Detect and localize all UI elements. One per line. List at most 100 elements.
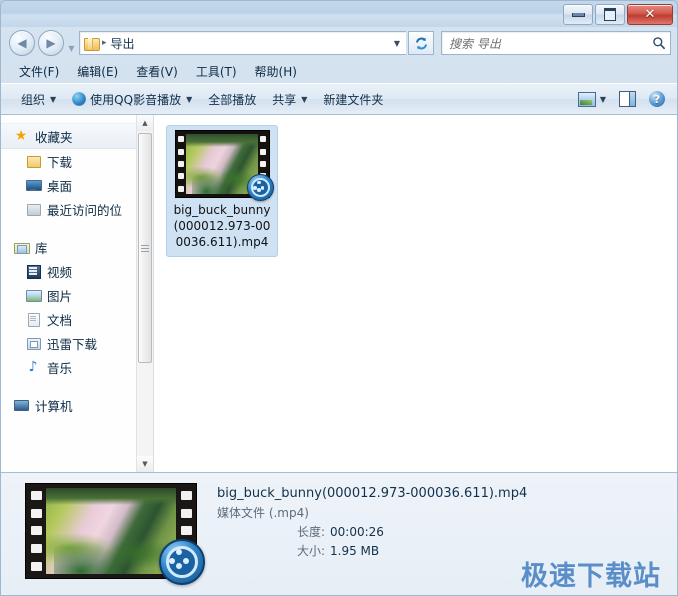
change-view-button[interactable]: ▼ xyxy=(572,88,612,111)
sidebar-scrollbar[interactable]: ▲ ▼ xyxy=(136,115,153,472)
back-icon: ◀ xyxy=(17,36,27,50)
menu-edit[interactable]: 编辑(E) xyxy=(69,61,126,82)
play-all-button[interactable]: 全部播放 xyxy=(200,87,264,112)
address-bar: ◀ ▶ ▼ ▸ 导出 ▼ 搜索 导出 xyxy=(1,27,677,59)
sidebar-item-libraries[interactable]: 库 xyxy=(1,235,153,259)
chevron-down-icon: ▼ xyxy=(50,94,57,104)
menu-bar: 文件(F) 编辑(E) 查看(V) 工具(T) 帮助(H) xyxy=(1,59,677,83)
thunder-download-icon xyxy=(25,335,41,351)
file-list-view[interactable]: big_buck_bunny(000012.973-000036.611).mp… xyxy=(154,115,677,472)
recent-pages-button[interactable]: ▼ xyxy=(66,29,77,58)
film-reel-icon xyxy=(166,546,198,578)
chevron-down-icon: ▼ xyxy=(68,43,75,53)
film-reel-icon xyxy=(250,178,270,197)
grip-icon xyxy=(141,243,149,254)
minimize-button[interactable] xyxy=(563,4,593,25)
maximize-icon xyxy=(604,8,616,21)
details-filename: big_buck_bunny(000012.973-000036.611).mp… xyxy=(217,486,528,501)
help-button[interactable]: ? xyxy=(643,87,671,111)
search-icon xyxy=(648,36,670,50)
sidebar-item-label: 计算机 xyxy=(35,398,73,414)
play-all-label: 全部播放 xyxy=(208,92,257,107)
sidebar-item-computer[interactable]: 计算机 xyxy=(1,393,153,417)
view-mode-icon xyxy=(577,91,596,107)
menu-view[interactable]: 查看(V) xyxy=(128,61,186,82)
sidebar-item-documents[interactable]: 文档 xyxy=(1,307,153,331)
sidebar-item-pictures[interactable]: 图片 xyxy=(1,283,153,307)
sidebar-item-label: 桌面 xyxy=(47,178,73,194)
command-toolbar: 组织 ▼ 使用QQ影音播放 ▼ 全部播放 共享 ▼ 新建文件夹 ▼ ? xyxy=(1,83,677,115)
details-info: big_buck_bunny(000012.973-000036.611).mp… xyxy=(217,483,527,561)
forward-icon: ▶ xyxy=(46,36,56,50)
sidebar-item-label: 图片 xyxy=(47,288,73,304)
preview-pane-button[interactable] xyxy=(613,87,642,111)
breadcrumb-separator-icon: ▸ xyxy=(102,38,107,48)
menu-tools[interactable]: 工具(T) xyxy=(188,61,245,82)
breadcrumb-current-folder[interactable]: 导出 xyxy=(111,35,135,52)
search-box[interactable]: 搜索 导出 xyxy=(441,31,671,55)
picture-icon xyxy=(25,287,42,303)
folder-icon xyxy=(25,153,41,169)
toolbar-right-group: ▼ ? xyxy=(572,87,671,111)
organize-button[interactable]: 组织 ▼ xyxy=(13,87,64,112)
minimize-icon xyxy=(571,12,585,17)
chevron-down-icon: ▼ xyxy=(301,94,308,104)
details-length-label: 长度: xyxy=(296,525,325,539)
file-item[interactable]: big_buck_bunny(000012.973-000036.611).mp… xyxy=(166,125,278,257)
details-row-size: 大小: 1.95 MB xyxy=(217,542,527,561)
star-icon: ★ xyxy=(14,128,28,144)
window-body: ★ 收藏夹 下载 桌面 最近访问的位 库 视频 图片 文档 迅雷下载 ♪ 音乐 … xyxy=(1,115,677,473)
explorer-window: ✕ ◀ ▶ ▼ ▸ 导出 ▼ 搜索 导出 文件(F) 编辑(E) 查看(V) 工… xyxy=(0,0,678,596)
sidebar-item-label: 下载 xyxy=(47,154,73,170)
qq-player-label: 使用QQ影音播放 xyxy=(90,92,182,107)
refresh-icon xyxy=(415,37,427,49)
new-folder-button[interactable]: 新建文件夹 xyxy=(315,87,391,112)
menu-file[interactable]: 文件(F) xyxy=(11,61,67,82)
back-button[interactable]: ◀ xyxy=(9,30,35,56)
details-size-label: 大小: xyxy=(296,544,325,558)
share-label: 共享 xyxy=(272,92,297,107)
window-controls: ✕ xyxy=(563,4,673,25)
share-button[interactable]: 共享 ▼ xyxy=(264,87,315,112)
sidebar-item-favorites[interactable]: ★ 收藏夹 xyxy=(1,123,153,149)
sidebar-item-videos[interactable]: 视频 xyxy=(1,259,153,283)
qq-player-button[interactable]: 使用QQ影音播放 ▼ xyxy=(64,87,200,112)
search-input[interactable]: 搜索 导出 xyxy=(442,35,648,52)
details-thumbnail xyxy=(25,483,205,585)
refresh-button[interactable] xyxy=(408,31,434,55)
help-icon: ? xyxy=(649,91,665,107)
preview-pane-icon xyxy=(619,91,636,107)
address-dropdown-icon[interactable]: ▼ xyxy=(388,33,406,53)
forward-button[interactable]: ▶ xyxy=(38,30,64,56)
music-icon: ♪ xyxy=(28,359,38,375)
scroll-up-button[interactable]: ▲ xyxy=(137,115,153,131)
navigation-pane: ★ 收藏夹 下载 桌面 最近访问的位 库 视频 图片 文档 迅雷下载 ♪ 音乐 … xyxy=(1,115,154,472)
chevron-down-icon: ▼ xyxy=(599,94,606,104)
sidebar-item-label: 视频 xyxy=(47,264,73,280)
desktop-icon xyxy=(25,177,42,193)
details-length-value: 00:00:26 xyxy=(330,525,384,539)
close-button[interactable]: ✕ xyxy=(627,4,673,25)
sidebar-item-desktop[interactable]: 桌面 xyxy=(1,173,153,197)
recent-places-icon xyxy=(25,201,41,217)
details-size-value: 1.95 MB xyxy=(330,544,380,558)
maximize-button[interactable] xyxy=(595,4,625,25)
sidebar-item-downloads[interactable]: 下载 xyxy=(1,149,153,173)
sidebar-item-thunder-download[interactable]: 迅雷下载 xyxy=(1,331,153,355)
menu-help[interactable]: 帮助(H) xyxy=(247,61,305,82)
sidebar-item-recent-places[interactable]: 最近访问的位 xyxy=(1,197,153,221)
sidebar-item-music[interactable]: ♪ 音乐 xyxy=(1,355,153,379)
new-folder-label: 新建文件夹 xyxy=(323,92,384,107)
video-icon xyxy=(25,263,41,279)
scroll-down-button[interactable]: ▼ xyxy=(137,456,153,472)
sidebar-item-label: 收藏夹 xyxy=(35,129,73,145)
sidebar-item-label: 文档 xyxy=(47,312,73,328)
breadcrumb-bar[interactable]: ▸ 导出 ▼ xyxy=(79,31,406,55)
scrollbar-thumb[interactable] xyxy=(138,133,152,363)
sidebar-item-label: 库 xyxy=(35,240,48,256)
library-icon xyxy=(13,239,30,255)
chevron-down-icon: ▼ xyxy=(186,94,193,104)
sprocket-holes-left xyxy=(177,133,186,195)
chevron-up-icon: ▲ xyxy=(142,119,148,127)
